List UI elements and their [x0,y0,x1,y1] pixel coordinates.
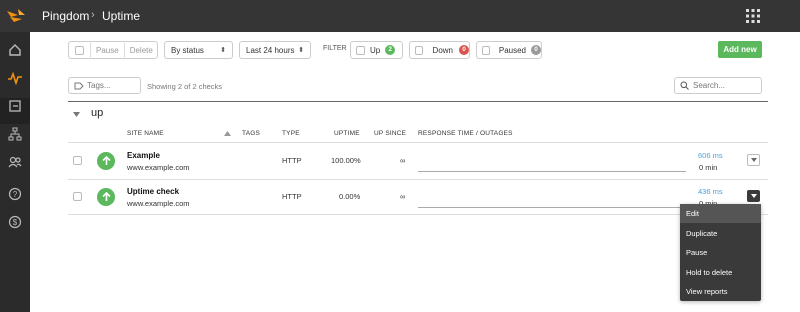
period-select[interactable]: Last 24 hours ⬍ [239,41,311,59]
breadcrumb-app[interactable]: Pingdom [42,9,89,23]
response-sparkline [418,171,686,172]
solarwinds-logo-icon[interactable] [6,6,26,26]
filter-paused-checkbox[interactable] [482,45,490,55]
filter-label: FILTER [323,45,347,52]
uptime-value: 100.00% [331,156,361,165]
filter-down-label: Down [432,45,453,55]
chevron-down-icon [750,158,757,162]
add-new-button[interactable]: Add new [718,41,762,58]
column-header-response-time[interactable]: RESPONSE TIME / OUTAGES [418,130,513,137]
bulk-actions-group: Pause Delete [68,41,158,59]
status-select[interactable]: By status ⬍ [164,41,233,59]
select-updown-icon: ⬍ [298,47,304,54]
site-url: www.example.com [127,199,190,208]
up-since-value: ∞ [400,156,406,165]
tags-input[interactable]: Tags... [68,77,141,94]
divider [123,41,125,59]
status-select-value: By status [171,45,204,55]
tags-placeholder: Tags... [87,81,111,90]
network-tree-icon[interactable] [5,124,25,144]
divider [90,41,91,59]
status-up-icon [97,152,115,170]
menu-item-duplicate[interactable]: Duplicate [680,224,761,243]
page-title: Uptime [102,9,141,23]
filter-up-checkbox[interactable] [356,45,365,55]
help-icon[interactable]: ? [5,184,25,204]
filter-paused-count-badge: 0 [531,45,541,55]
menu-item-view-reports[interactable]: View reports [680,282,761,301]
filter-down-checkbox[interactable] [415,45,423,55]
uptime-pulse-icon[interactable] [5,68,25,88]
row-actions-dropdown[interactable] [747,190,760,202]
tag-icon [74,82,84,89]
app-grid-icon[interactable] [746,9,760,23]
svg-text:?: ? [13,190,18,199]
svg-text:$: $ [13,218,18,227]
home-icon[interactable] [5,40,25,60]
chevron-down-icon [750,194,757,198]
site-name[interactable]: Example [127,151,160,160]
main-content: Pause Delete By status ⬍ Last 24 hours ⬍… [30,32,800,312]
up-since-value: ∞ [400,192,406,201]
transaction-icon[interactable] [5,96,25,116]
sort-asc-icon[interactable] [224,131,231,136]
table-header-divider [68,142,768,143]
column-header-up-since[interactable]: UP SINCE [374,130,406,137]
period-select-value: Last 24 hours [246,45,295,55]
row-checkbox[interactable] [73,192,82,201]
column-header-uptime[interactable]: UPTIME [334,130,360,137]
group-collapse-caret-icon[interactable] [73,112,80,117]
check-type: HTTP [282,156,302,165]
menu-item-pause[interactable]: Pause [680,243,761,262]
check-type: HTTP [282,192,302,201]
select-updown-icon: ⬍ [220,47,226,54]
status-up-icon [97,188,115,206]
filter-up-count-badge: 2 [385,45,396,55]
row-actions-menu: Edit Duplicate Pause Hold to delete View… [680,204,761,301]
response-time-link[interactable]: 606 ms [698,151,723,160]
sidebar: ? $ [0,32,30,312]
column-header-tags[interactable]: TAGS [242,130,260,137]
filter-down-count-badge: 0 [459,45,469,55]
response-sparkline [418,207,686,208]
row-divider [68,214,768,215]
row-divider [68,179,768,180]
select-all-checkbox[interactable] [75,45,84,55]
top-bar: Pingdom › Uptime [0,0,800,32]
users-icon[interactable] [5,152,25,172]
breadcrumb-separator-icon: › [91,9,95,21]
pause-button[interactable]: Pause [96,46,119,55]
search-icon [680,81,689,90]
filter-up[interactable]: Up 2 [350,41,403,59]
search-placeholder: Search... [693,81,726,90]
column-header-site-name[interactable]: SITE NAME [127,130,164,137]
menu-item-hold-to-delete[interactable]: Hold to delete [680,263,761,282]
row-checkbox[interactable] [73,156,82,165]
column-header-type[interactable]: TYPE [282,130,300,137]
group-name: up [91,107,104,119]
filter-up-label: Up [370,45,381,55]
row-actions-dropdown[interactable] [747,154,760,166]
showing-count-text: Showing 2 of 2 checks [147,82,223,91]
site-name[interactable]: Uptime check [127,187,179,196]
site-url: www.example.com [127,163,190,172]
billing-dollar-icon[interactable]: $ [5,212,25,232]
menu-item-edit[interactable]: Edit [680,204,761,223]
uptime-value: 0.00% [339,192,361,201]
response-time-link[interactable]: 436 ms [698,187,723,196]
filter-down[interactable]: Down 0 [409,41,470,59]
search-input[interactable]: Search... [674,77,762,94]
filter-paused-label: Paused [498,45,526,55]
outage-duration: 0 min [699,163,718,172]
group-divider [68,101,768,102]
delete-button[interactable]: Delete [130,46,153,55]
filter-paused[interactable]: Paused 0 [476,41,542,59]
